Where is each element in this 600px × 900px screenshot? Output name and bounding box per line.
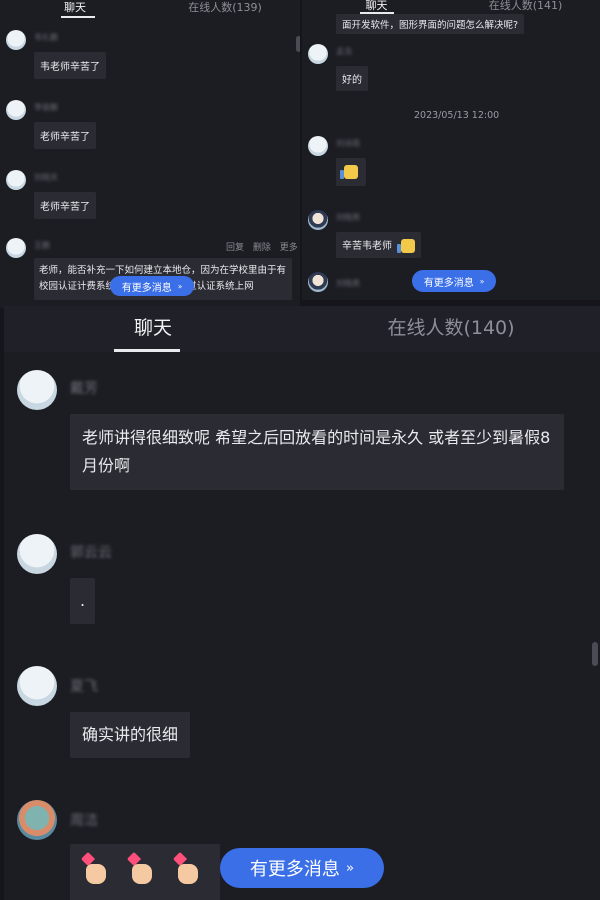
more-messages-label: 有更多消息 — [423, 277, 474, 289]
user-avatar — [17, 370, 57, 410]
user-avatar — [308, 44, 328, 64]
message-text: 辛苦韦老师 — [342, 241, 392, 252]
scrollbar[interactable] — [592, 642, 598, 666]
thumbs-up-icon — [340, 165, 358, 179]
delete-link[interactable]: 删除 — [253, 243, 271, 253]
chat-panel-small-left: 聊天 在线人数(139) 韦礼鹏 韦老师辛苦了 李俊鹏 老师辛苦了 刘晓天 老师… — [0, 0, 300, 308]
username: 戴芳 — [70, 381, 98, 397]
reply-link[interactable]: 回复 — [226, 243, 244, 253]
message-bubble: 韦老师辛苦了 — [34, 52, 106, 79]
double-chevron-down-icon: » — [177, 281, 183, 291]
message-bubble: 老师辛苦了 — [34, 192, 96, 219]
user-avatar — [17, 666, 57, 706]
message-bubble: . — [70, 578, 96, 624]
username: 孟浩 — [336, 47, 352, 56]
tab-online-count[interactable]: 在线人数(139) — [150, 0, 300, 18]
username: 夏飞 — [70, 679, 98, 695]
chat-panel-small-right: 聊天 在线人数(141) 面开发软件，图形界面的问题怎么解决呢? 孟浩 好的 2… — [302, 0, 600, 300]
message-bubble — [70, 844, 220, 900]
message-bubble: 老师辛苦了 — [34, 122, 96, 149]
username: 王鹏 — [34, 241, 50, 250]
user-avatar — [308, 210, 328, 230]
message-bubble — [336, 158, 366, 186]
username: 周洁 — [70, 813, 98, 829]
message-bubble: 面开发软件，图形界面的问题怎么解决呢? — [336, 14, 525, 34]
thumbs-up-icon — [397, 239, 416, 253]
double-chevron-down-icon: » — [479, 276, 485, 286]
tab-online-count[interactable]: 在线人数(140) — [302, 306, 600, 352]
more-messages-button[interactable]: 有更多消息 » — [110, 276, 194, 296]
username: 刘晓天 — [34, 173, 58, 182]
user-avatar — [17, 534, 57, 574]
username: 郭云云 — [70, 545, 112, 561]
finger-heart-icon — [172, 851, 200, 884]
tab-bar: 聊天 在线人数(139) — [0, 0, 300, 18]
message-bubble: 辛苦韦老师 — [336, 232, 422, 258]
tab-chat[interactable]: 聊天 — [4, 306, 302, 352]
username: 刘诗雨 — [336, 139, 360, 148]
tab-bar: 聊天 在线人数(140) — [4, 306, 600, 352]
more-messages-button[interactable]: 有更多消息 » — [412, 270, 496, 292]
message-bubble: 好的 — [336, 66, 368, 91]
chat-panel-large: 聊天 在线人数(140) 戴芳 老师讲得很细致呢 希望之后回放看的时间是永久 或… — [4, 306, 600, 900]
more-messages-button[interactable]: 有更多消息 » — [220, 848, 384, 888]
active-tab-underline — [61, 16, 95, 18]
scrollbar[interactable] — [296, 36, 300, 52]
username: 刘晓燕 — [336, 279, 360, 288]
finger-heart-icon — [80, 851, 108, 884]
message-actions: 回复 删除 更多 — [220, 240, 298, 253]
message-timestamp: 2023/05/13 12:00 — [414, 110, 500, 121]
more-link[interactable]: 更多 — [280, 243, 298, 253]
username: 刘晓燕 — [336, 213, 360, 222]
user-avatar — [308, 136, 328, 156]
user-avatar — [6, 170, 26, 190]
username: 李俊鹏 — [34, 103, 58, 112]
user-avatar — [17, 800, 57, 840]
message-bubble: 确实讲的很细 — [70, 712, 191, 758]
user-avatar — [6, 100, 26, 120]
more-messages-label: 有更多消息 — [121, 282, 172, 294]
double-chevron-down-icon: » — [345, 860, 355, 876]
username: 韦礼鹏 — [34, 33, 58, 42]
finger-heart-icon — [126, 851, 154, 884]
active-tab-underline — [114, 349, 180, 352]
user-avatar — [308, 272, 328, 292]
message-bubble: 老师讲得很细致呢 希望之后回放看的时间是永久 或者至少到暑假8月份啊 — [70, 414, 564, 490]
user-avatar — [6, 30, 26, 50]
more-messages-label: 有更多消息 — [249, 859, 340, 880]
user-avatar — [6, 238, 26, 258]
